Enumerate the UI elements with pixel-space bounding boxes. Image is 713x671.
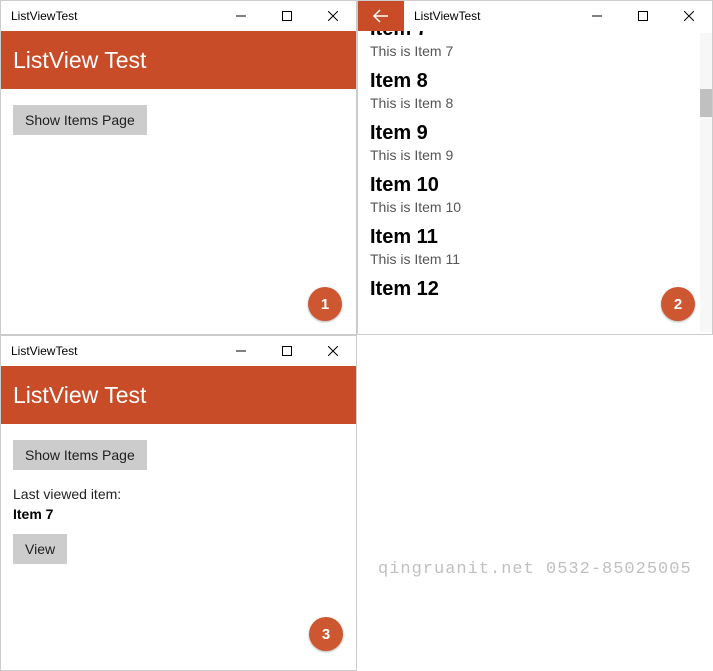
list-item-sub: This is Item 10 <box>370 199 688 215</box>
list-item-title: Item 8 <box>370 69 688 93</box>
list-scroll-area: Item 7 This is Item 7 Item 8 This is Ite… <box>358 31 700 334</box>
list-item-title: Item 12 <box>370 277 688 297</box>
titlebar: ListViewTest <box>1 336 356 366</box>
minimize-button[interactable] <box>218 336 264 366</box>
titlebar: ListViewTest <box>1 1 356 31</box>
show-items-button[interactable]: Show Items Page <box>13 440 147 470</box>
close-button[interactable] <box>310 1 356 31</box>
app-header: ListView Test <box>1 31 356 89</box>
close-button[interactable] <box>310 336 356 366</box>
scrollbar-track[interactable] <box>700 33 712 332</box>
list-item[interactable]: Item 8 This is Item 8 <box>358 63 700 115</box>
annotation-badge-1: 1 <box>308 287 342 321</box>
listview[interactable]: Item 7 This is Item 7 Item 8 This is Ite… <box>358 31 712 334</box>
list-item-sub: This is Item 11 <box>370 251 688 267</box>
screenshot-2: ListViewTest Item 7 This is Item 7 Item … <box>357 0 713 335</box>
maximize-button[interactable] <box>264 336 310 366</box>
show-items-button[interactable]: Show Items Page <box>13 105 147 135</box>
content-area: Show Items Page Last viewed item: Item 7… <box>1 424 356 574</box>
last-viewed-item: Item 7 <box>13 506 344 522</box>
back-button[interactable] <box>358 1 404 31</box>
view-button[interactable]: View <box>13 534 67 564</box>
content-area: Show Items Page <box>1 89 356 145</box>
list-item[interactable]: Item 7 This is Item 7 <box>358 31 700 63</box>
minimize-button[interactable] <box>218 1 264 31</box>
list-item[interactable]: Item 9 This is Item 9 <box>358 115 700 167</box>
list-item-sub: This is Item 8 <box>370 95 688 111</box>
list-item-title: Item 9 <box>370 121 688 145</box>
window-title: ListViewTest <box>404 9 490 23</box>
window-title: ListViewTest <box>1 9 87 23</box>
page-title: ListView Test <box>13 47 146 74</box>
watermark-text: qingruanit.net 0532-85025005 <box>378 560 692 579</box>
list-item-title: Item 10 <box>370 173 688 197</box>
list-item[interactable]: Item 10 This is Item 10 <box>358 167 700 219</box>
window-buttons <box>218 1 356 31</box>
list-item[interactable]: Item 12 This is Item 12 <box>358 271 700 297</box>
window-title: ListViewTest <box>1 344 87 358</box>
page-title: ListView Test <box>13 382 146 409</box>
annotation-badge-2: 2 <box>661 287 695 321</box>
window-buttons <box>218 336 356 366</box>
screenshot-3: ListViewTest ListView Test Show Items Pa… <box>0 335 357 671</box>
annotation-badge-3: 3 <box>309 617 343 651</box>
list-item-sub: This is Item 7 <box>370 43 688 59</box>
last-viewed-label: Last viewed item: <box>13 486 344 502</box>
close-button[interactable] <box>666 1 712 31</box>
window-buttons <box>574 1 712 31</box>
minimize-button[interactable] <box>574 1 620 31</box>
app-header: ListView Test <box>1 366 356 424</box>
maximize-button[interactable] <box>620 1 666 31</box>
titlebar: ListViewTest <box>358 1 712 31</box>
list-item-title: Item 11 <box>370 225 688 249</box>
maximize-button[interactable] <box>264 1 310 31</box>
screenshot-1: ListViewTest ListView Test Show Items Pa… <box>0 0 357 335</box>
list-item[interactable]: Item 11 This is Item 11 <box>358 219 700 271</box>
scrollbar-thumb[interactable] <box>700 89 712 117</box>
list-item-title: Item 7 <box>370 31 688 41</box>
list-item-sub: This is Item 9 <box>370 147 688 163</box>
